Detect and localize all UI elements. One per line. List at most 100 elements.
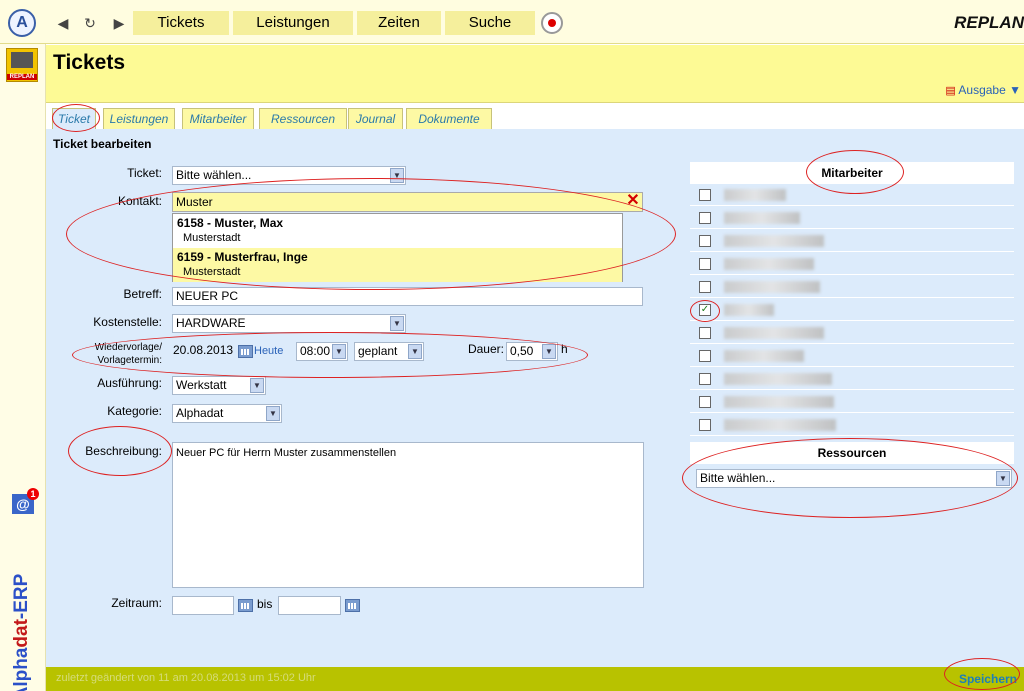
- record-dot: [548, 19, 556, 27]
- mitarbeiter-checkbox[interactable]: [699, 258, 711, 270]
- ausgabe-menu[interactable]: ▤ Ausgabe ▼: [945, 83, 1021, 97]
- menu-zeiten[interactable]: Zeiten: [357, 11, 441, 35]
- suggestion-item[interactable]: 6159 - Musterfrau, Inge Musterstadt: [173, 248, 622, 282]
- dauer-unit: h: [561, 342, 568, 356]
- mitarbeiter-row: [690, 345, 1014, 367]
- mitarbeiter-checkbox[interactable]: [699, 373, 711, 385]
- chevron-down-icon: ▼: [390, 168, 404, 183]
- left-sidebar: REPLAN @ 1 Alphadat-ERP: [0, 44, 46, 691]
- mitarbeiter-row: [690, 368, 1014, 390]
- ressourcen-title: Ressourcen: [690, 442, 1014, 464]
- date-input[interactable]: 20.08.2013: [172, 342, 235, 361]
- kategorie-label: Kategorie:: [107, 404, 162, 418]
- mitarbeiter-checkbox[interactable]: [699, 212, 711, 224]
- suggestion-city: Musterstadt: [183, 266, 241, 278]
- tab-leistungen[interactable]: Leistungen: [103, 108, 175, 129]
- kategorie-select[interactable]: Alphadat ▼: [172, 404, 282, 423]
- chevron-down-icon: ▼: [408, 344, 422, 359]
- calendar-icon[interactable]: [238, 345, 253, 358]
- last-modified-status: zuletzt geändert von 11 am 20.08.2013 um…: [56, 672, 316, 684]
- mitarbeiter-row: [690, 184, 1014, 206]
- menu-suche[interactable]: Suche: [445, 11, 535, 35]
- tab-mitarbeiter[interactable]: Mitarbeiter: [182, 108, 254, 129]
- redacted-name: [724, 212, 800, 224]
- tab-ticket[interactable]: Ticket: [52, 108, 96, 130]
- betreff-label: Betreff:: [123, 287, 162, 301]
- forward-icon[interactable]: ▶: [108, 11, 130, 35]
- mitarbeiter-row: [690, 391, 1014, 413]
- chevron-down-icon: ▼: [542, 344, 556, 359]
- kontakt-input[interactable]: Muster: [172, 192, 643, 212]
- suggestion-title: 6159 - Musterfrau, Inge: [177, 250, 308, 264]
- chevron-down-icon: ▼: [266, 406, 280, 421]
- clear-icon[interactable]: ✕: [624, 192, 642, 212]
- mitarbeiter-checkbox[interactable]: [699, 235, 711, 247]
- bis-label: bis: [257, 597, 273, 611]
- record-icon[interactable]: [541, 12, 563, 34]
- kostenstelle-label: Kostenstelle:: [93, 315, 162, 329]
- tab-dokumente[interactable]: Dokumente: [406, 108, 492, 129]
- calendar-icon[interactable]: [238, 599, 253, 612]
- betreff-input[interactable]: NEUER PC: [172, 287, 643, 306]
- ausfuehrung-value: Werkstatt: [176, 378, 227, 392]
- ressourcen-value: Bitte wählen...: [700, 471, 776, 485]
- replan-app-icon[interactable]: REPLAN: [6, 48, 38, 82]
- mail-badge: 1: [27, 488, 39, 500]
- dauer-label: Dauer:: [467, 342, 504, 356]
- beschreibung-textarea[interactable]: Neuer PC für Herrn Muster zusammenstelle…: [172, 442, 644, 588]
- menu-tickets[interactable]: Tickets: [133, 11, 229, 35]
- ausfuehrung-select[interactable]: Werkstatt ▼: [172, 376, 266, 395]
- save-button[interactable]: Speichern: [959, 672, 1017, 686]
- time-select[interactable]: 08:00 ▼: [296, 342, 348, 361]
- zeitraum-from-input[interactable]: [172, 596, 234, 615]
- suggestion-item[interactable]: 6158 - Muster, Max Musterstadt: [173, 214, 622, 248]
- mitarbeiter-checkbox[interactable]: ✓: [699, 304, 711, 316]
- redacted-name: [724, 189, 786, 201]
- kategorie-value: Alphadat: [176, 406, 224, 420]
- footer-bar: zuletzt geändert von 11 am 20.08.2013 um…: [46, 667, 1024, 691]
- factory-icon: [11, 52, 33, 68]
- menu-leistungen[interactable]: Leistungen: [233, 11, 353, 35]
- mitarbeiter-row: ✓: [690, 299, 1014, 321]
- mitarbeiter-row: [690, 230, 1014, 252]
- mitarbeiter-checkbox[interactable]: [699, 419, 711, 431]
- mitarbeiter-row: [690, 276, 1014, 298]
- kontakt-suggestions: 6158 - Muster, Max Musterstadt 6159 - Mu…: [172, 213, 623, 282]
- zeitraum-to-input[interactable]: [278, 596, 341, 615]
- reload-icon[interactable]: ↻: [79, 11, 101, 35]
- kostenstelle-select[interactable]: HARDWARE ▼: [172, 314, 406, 333]
- mitarbeiter-checkbox[interactable]: [699, 350, 711, 362]
- redacted-name: [724, 235, 824, 247]
- mitarbeiter-checkbox[interactable]: [699, 281, 711, 293]
- top-bar: A ◀ ↻ ▶ Tickets Leistungen Zeiten Suche …: [0, 0, 1024, 44]
- section-title: Ticket bearbeiten: [53, 137, 152, 151]
- mitarbeiter-checkbox[interactable]: [699, 396, 711, 408]
- mitarbeiter-row: [690, 322, 1014, 344]
- status-select[interactable]: geplant ▼: [354, 342, 424, 361]
- heute-link[interactable]: Heute: [254, 345, 283, 357]
- ressourcen-select[interactable]: Bitte wählen... ▼: [696, 469, 1012, 488]
- replan-icon-label: REPLAN: [7, 74, 37, 80]
- ticket-select[interactable]: Bitte wählen... ▼: [172, 166, 406, 185]
- redacted-name: [724, 327, 824, 339]
- tab-ressourcen[interactable]: Ressourcen: [259, 108, 347, 129]
- mitarbeiter-row: [690, 414, 1014, 436]
- redacted-name: [724, 350, 804, 362]
- redacted-name: [724, 419, 836, 431]
- page-header: Tickets ▤ Ausgabe ▼: [46, 45, 1024, 103]
- ausfuehrung-label: Ausführung:: [97, 376, 162, 390]
- redacted-name: [724, 281, 820, 293]
- tab-journal[interactable]: Journal: [348, 108, 403, 129]
- calendar-icon[interactable]: [345, 599, 360, 612]
- mitarbeiter-panel: Mitarbeiter ✓: [690, 162, 1014, 436]
- ticket-label: Ticket:: [127, 166, 162, 180]
- mitarbeiter-checkbox[interactable]: [699, 327, 711, 339]
- suggestion-title: 6158 - Muster, Max: [177, 216, 284, 230]
- time-value: 08:00: [300, 344, 331, 358]
- ticket-select-value: Bitte wählen...: [176, 168, 252, 182]
- mitarbeiter-checkbox[interactable]: [699, 189, 711, 201]
- app-logo-icon[interactable]: A: [8, 9, 36, 37]
- dauer-select[interactable]: 0,50 ▼: [506, 342, 558, 361]
- back-icon[interactable]: ◀: [52, 11, 74, 35]
- status-value: geplant: [358, 344, 398, 358]
